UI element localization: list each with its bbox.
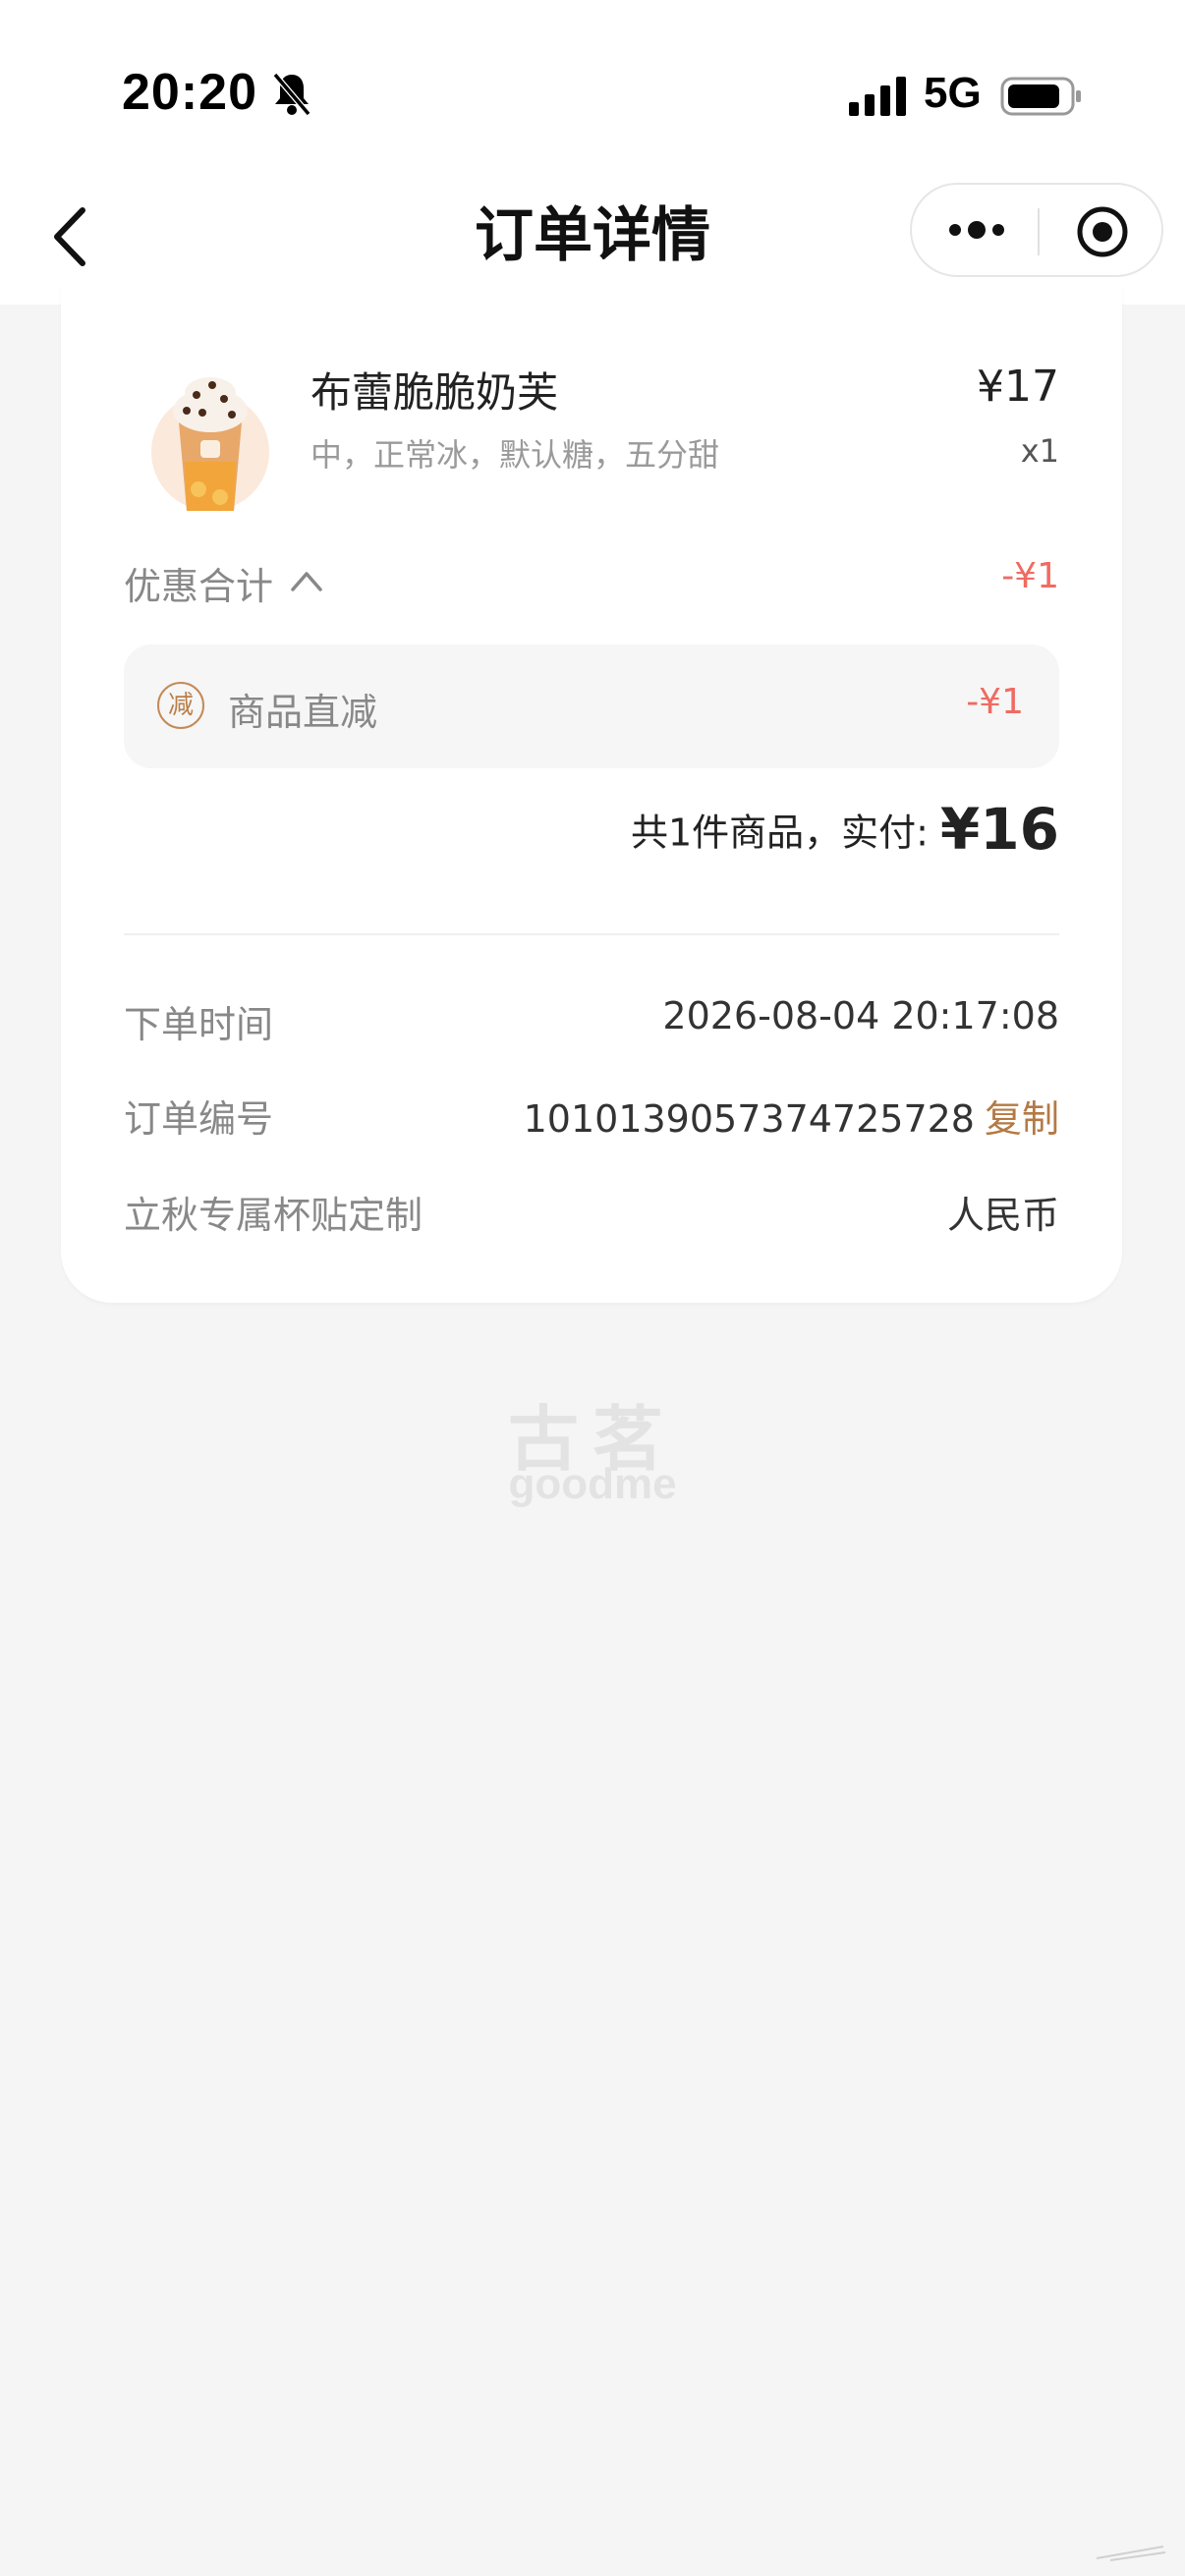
status-time: 20:20	[122, 64, 257, 121]
custom-sticker-value: 人民币	[946, 1194, 1059, 1237]
total-summary-label: 共1件商品，实付:	[630, 811, 929, 855]
brand-logo-en: goodme	[508, 1460, 677, 1508]
product-price: ¥17	[977, 362, 1059, 412]
more-icon[interactable]	[945, 210, 1008, 250]
custom-sticker-label: 立秋专属杯贴定制	[124, 1194, 423, 1237]
battery-icon	[1000, 77, 1081, 116]
order-card: 布蕾脆脆奶芙 中，正常冰，默认糖，五分甜 ¥17 x1 优惠合计 -¥1 减 商…	[61, 285, 1122, 1303]
discount-detail-box: 减 商品直减 -¥1	[124, 644, 1059, 768]
total-amount: ¥16	[939, 796, 1059, 863]
capsule-divider	[1038, 208, 1040, 255]
discount-item-label: 商品直减	[228, 691, 378, 734]
order-time-value: 2026-08-04 20:17:08	[662, 994, 1059, 1037]
total-summary: 共1件商品，实付: ¥16	[631, 796, 1059, 863]
reduce-badge-icon: 减	[157, 682, 204, 729]
chevron-up-icon[interactable]	[287, 564, 326, 595]
copy-button[interactable]: 复制	[985, 1097, 1059, 1141]
mini-program-capsule	[910, 183, 1163, 277]
product-spec: 中，正常冰，默认糖，五分甜	[310, 436, 720, 474]
order-number-value: 1010139057374725728	[523, 1097, 975, 1141]
product-quantity: x1	[1020, 432, 1059, 470]
divider	[124, 933, 1059, 935]
signal-icon	[849, 77, 906, 116]
close-target-icon[interactable]	[1075, 204, 1130, 259]
discount-total-value: -¥1	[1001, 556, 1059, 596]
bell-muted-icon	[272, 73, 311, 116]
order-number-row: 1010139057374725728 复制	[524, 1089, 1059, 1143]
discount-item-value: -¥1	[966, 682, 1024, 722]
product-name: 布蕾脆脆奶芙	[310, 368, 559, 417]
order-number-label: 订单编号	[124, 1097, 274, 1141]
network-type: 5G	[924, 69, 982, 117]
product-image	[151, 377, 269, 511]
discount-total-label[interactable]: 优惠合计	[124, 556, 273, 610]
order-time-label: 下单时间	[124, 1003, 274, 1046]
corner-mark-icon	[1096, 2546, 1166, 2561]
